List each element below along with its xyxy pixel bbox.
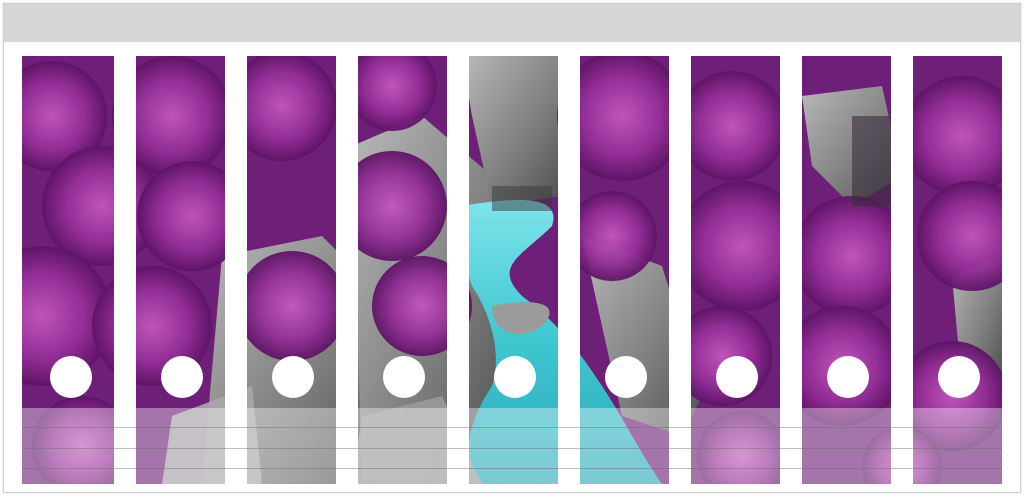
label-writing-area	[22, 408, 1002, 484]
finger-hole	[827, 356, 869, 398]
writing-line	[22, 468, 1002, 469]
finger-hole	[494, 356, 536, 398]
finger-hole	[161, 356, 203, 398]
label-strip-group	[22, 56, 1002, 484]
label-sheet	[3, 3, 1021, 493]
writing-line	[22, 427, 1002, 428]
finger-hole	[716, 356, 758, 398]
finger-hole	[605, 356, 647, 398]
finger-hole	[50, 356, 92, 398]
finger-hole	[938, 356, 980, 398]
finger-hole	[383, 356, 425, 398]
writing-line	[22, 448, 1002, 449]
finger-hole	[272, 356, 314, 398]
sheet-header-band	[4, 4, 1020, 42]
